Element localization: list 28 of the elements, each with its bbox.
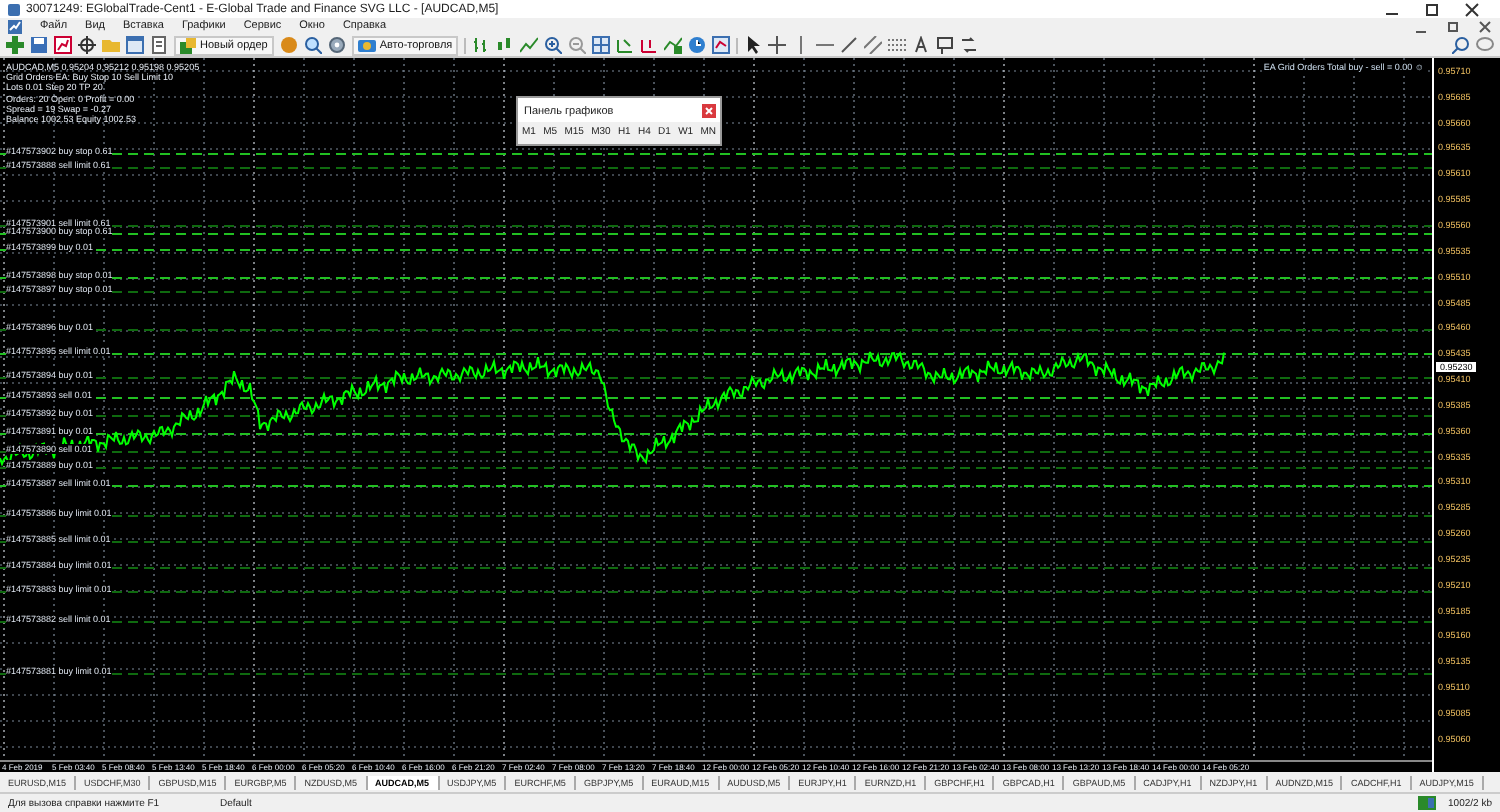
crosshair-icon[interactable] <box>768 36 787 54</box>
label-tool-icon[interactable] <box>936 36 955 54</box>
app-icon <box>8 3 20 15</box>
tile-windows-icon[interactable] <box>592 36 611 54</box>
crosshair-icon[interactable] <box>78 36 96 54</box>
trendline-icon[interactable] <box>840 36 859 54</box>
window-icon[interactable] <box>126 36 144 54</box>
bar-chart-icon[interactable] <box>472 36 491 54</box>
chart-icon[interactable] <box>54 36 72 54</box>
close-icon[interactable] <box>1464 1 1480 17</box>
line-chart-icon[interactable] <box>520 36 539 54</box>
text-tool-icon[interactable] <box>912 36 931 54</box>
close-icon[interactable] <box>1478 19 1492 33</box>
save-icon[interactable] <box>30 36 48 54</box>
search-icon[interactable] <box>1452 36 1470 54</box>
clock-icon[interactable] <box>688 36 707 54</box>
candles-icon[interactable] <box>496 36 515 54</box>
cursor-icon[interactable] <box>744 36 763 54</box>
maximize-icon[interactable] <box>1424 1 1440 17</box>
template-icon[interactable] <box>712 36 731 54</box>
restore-icon[interactable] <box>1446 19 1460 33</box>
document-icon[interactable] <box>150 36 168 54</box>
magnifier-icon[interactable] <box>303 36 322 54</box>
indicators-icon[interactable] <box>664 36 683 54</box>
zoom-in-icon[interactable] <box>544 36 563 54</box>
arrows-icon[interactable] <box>960 36 979 54</box>
plus-icon[interactable] <box>6 36 24 54</box>
connection-icon <box>1418 796 1437 810</box>
